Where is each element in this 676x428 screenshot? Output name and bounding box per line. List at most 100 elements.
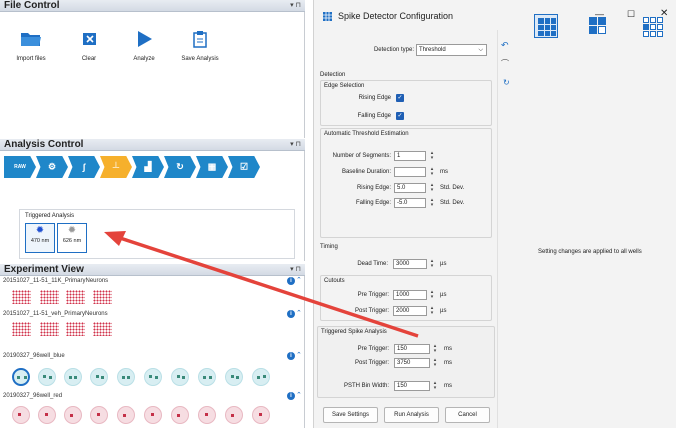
rising-spinner-icon[interactable]: ▴ ▾ [429, 183, 435, 193]
collapse-icon[interactable]: ⌃ [296, 351, 302, 359]
collapse-icon[interactable]: ⌃ [296, 276, 302, 284]
well-thumb[interactable] [198, 368, 216, 386]
analyze-button[interactable]: Analyze [121, 30, 167, 62]
cycle-step[interactable]: ↻ [164, 156, 196, 178]
well-thumb[interactable] [144, 368, 162, 386]
timing-title: Timing [320, 244, 338, 250]
rising-threshold-input[interactable]: 5.0 [394, 183, 426, 193]
well-thumb[interactable] [144, 406, 162, 424]
trigger-626-button[interactable]: ✹ 626 nm [57, 223, 87, 253]
well-plate-thumb[interactable] [12, 290, 31, 304]
baseline-input[interactable] [394, 167, 426, 177]
tsa-pre-spinner-icon[interactable]: ▴ ▾ [432, 344, 438, 354]
segments-input[interactable]: 1 [394, 151, 426, 161]
falling-threshold-input[interactable]: -5.0 [394, 198, 426, 208]
well-thumb[interactable] [90, 406, 108, 424]
well-plate-thumb[interactable] [12, 322, 31, 336]
window-title: Spike Detector Configuration [338, 11, 454, 21]
cancel-button[interactable]: Cancel [445, 407, 490, 423]
well-thumb[interactable] [12, 406, 30, 424]
import-files-button[interactable]: Import files [8, 30, 54, 62]
cutout-post-input[interactable]: 2000 [393, 306, 427, 316]
segments-label: Number of Segments: [332, 153, 391, 159]
info-icon[interactable]: i [287, 392, 295, 400]
well-thumb[interactable] [252, 368, 270, 386]
tsa-pre-input[interactable]: 150 [394, 344, 430, 354]
well-thumb[interactable] [64, 406, 82, 424]
well-thumb[interactable] [64, 368, 82, 386]
save-analysis-button[interactable]: Save Analysis [175, 30, 225, 62]
rising-edge-checkbox[interactable]: ✓ [396, 94, 404, 102]
baseline-spinner-icon[interactable]: ▴ ▾ [429, 167, 435, 177]
well-plate-thumb[interactable] [40, 290, 59, 304]
trigger-470-button[interactable]: ✹ 470 nm [25, 223, 55, 253]
save-settings-button[interactable]: Save Settings [323, 407, 378, 423]
play-icon [138, 31, 152, 47]
info-icon[interactable]: i [287, 310, 295, 318]
cutout-post-spinner-icon[interactable]: ▴ ▾ [429, 306, 435, 316]
wave-icon[interactable]: ⌒ [501, 58, 509, 69]
well-thumb[interactable] [252, 406, 270, 424]
layout-step[interactable]: ▦ [196, 156, 228, 178]
run-analysis-button[interactable]: Run Analysis [384, 407, 439, 423]
well-plate-thumb[interactable] [40, 322, 59, 336]
well-thumb[interactable] [198, 406, 216, 424]
detection-type-select[interactable]: Threshold ⌵ [416, 44, 487, 56]
well-thumb[interactable] [38, 368, 56, 386]
well-thumb[interactable] [38, 406, 56, 424]
spike-step[interactable]: ʃ [68, 156, 100, 178]
trigger-626-label: 626 nm [62, 238, 82, 244]
well-plate-thumb[interactable] [66, 322, 85, 336]
dead-time-input[interactable]: 3000 [393, 259, 427, 269]
well-thumb[interactable] [117, 368, 135, 386]
well-thumb[interactable] [90, 368, 108, 386]
info-icon[interactable]: i [287, 352, 295, 360]
filter-step[interactable]: ⚙ [36, 156, 68, 178]
tsa-post-input[interactable]: 3750 [394, 358, 430, 368]
pin-icon[interactable]: ▾ ⊓ [290, 139, 301, 151]
well-thumb[interactable] [225, 368, 243, 386]
maximize-button[interactable]: ☐ [627, 9, 635, 20]
info-icon[interactable]: i [287, 277, 295, 285]
layout-2-button[interactable] [586, 14, 610, 38]
well-plate-thumb[interactable] [93, 322, 112, 336]
collapse-icon[interactable]: ⌃ [296, 309, 302, 317]
experiment-name: 20190327_96well_blue [3, 353, 65, 359]
well-thumb[interactable] [225, 406, 243, 424]
well-thumb[interactable] [171, 368, 189, 386]
falling-spinner-icon[interactable]: ▴ ▾ [429, 198, 435, 208]
segments-spinner-icon[interactable]: ▴ ▾ [429, 151, 435, 161]
psth-bin-spinner-icon[interactable]: ▴ ▾ [432, 381, 438, 391]
well-plate-thumb[interactable] [66, 290, 85, 304]
well-thumb[interactable] [171, 406, 189, 424]
pin-icon[interactable]: ▾ ⊓ [290, 264, 301, 276]
psth-bin-unit: ms [444, 383, 452, 389]
undo-icon[interactable]: ↶ [501, 40, 509, 51]
threshold-step[interactable]: ┴ [100, 156, 132, 178]
burst-step[interactable]: ▟ [132, 156, 164, 178]
clear-button[interactable]: Clear [66, 30, 112, 62]
well-thumb[interactable] [117, 406, 135, 424]
tsa-post-label: Post Trigger: [354, 360, 389, 366]
falling-threshold-label: Falling Edge: [355, 200, 391, 206]
baseline-label: Baseline Duration: [341, 169, 391, 175]
cutout-pre-input[interactable]: 1000 [393, 290, 427, 300]
cutout-pre-unit: µs [440, 292, 447, 298]
collapse-icon[interactable]: ⌃ [296, 391, 302, 399]
tsa-post-spinner-icon[interactable]: ▴ ▾ [432, 358, 438, 368]
well-thumb-selected[interactable] [12, 368, 30, 386]
red-light-icon: ✹ [67, 225, 77, 236]
layout-1-button[interactable] [534, 14, 558, 38]
refresh-icon[interactable]: ↻ [503, 78, 510, 87]
well-plate-thumb[interactable] [93, 290, 112, 304]
app-icon [323, 12, 332, 21]
dead-time-spinner-icon[interactable]: ▴ ▾ [429, 259, 435, 269]
falling-edge-checkbox[interactable]: ✓ [396, 112, 404, 120]
raw-step[interactable]: RAW [4, 156, 36, 178]
report-step[interactable]: ☑ [228, 156, 260, 178]
psth-bin-input[interactable]: 150 [394, 381, 430, 391]
pin-icon[interactable]: ▾ ⊓ [290, 0, 301, 12]
cutout-pre-spinner-icon[interactable]: ▴ ▾ [429, 290, 435, 300]
layout-3-button[interactable] [640, 14, 664, 38]
grid-icon: ▦ [207, 161, 217, 172]
